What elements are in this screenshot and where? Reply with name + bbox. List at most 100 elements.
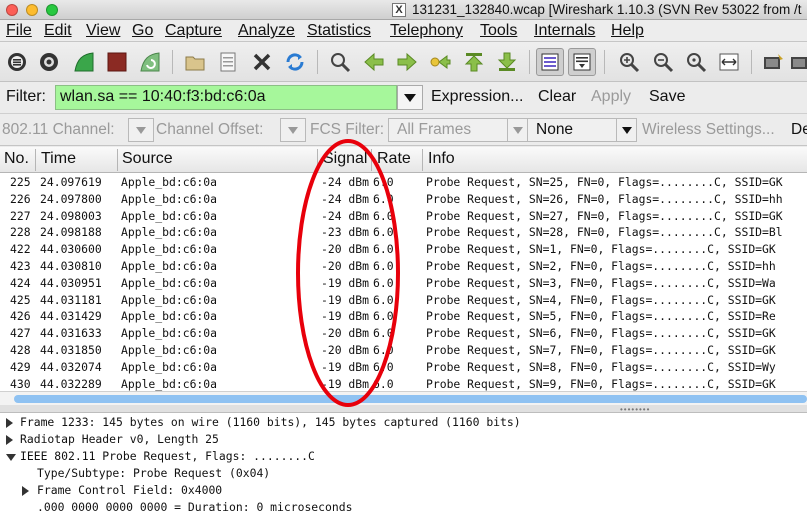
menu-telephony[interactable]: Telephony xyxy=(390,22,463,40)
menu-capture[interactable]: Capture xyxy=(165,22,222,40)
horizontal-scrollbar[interactable] xyxy=(0,391,807,405)
go-to-packet-icon[interactable] xyxy=(428,50,452,74)
packet-row[interactable]: 426 44.031429 Apple_bd:c6:0a -19 dBm 6.0 Prob… xyxy=(0,308,807,325)
packet-number-cell: 427 xyxy=(10,326,31,341)
options-icon[interactable] xyxy=(37,50,61,74)
packet-list[interactable]: 225 24.097619 Apple_bd:c6:0a -24 dBm 6.0 Prob… xyxy=(0,173,807,391)
decryption-keys-button[interactable]: De xyxy=(791,121,807,139)
column-divider[interactable] xyxy=(35,149,36,171)
detail-tree-item[interactable]: Frame Control Field: 0x4000 xyxy=(0,482,807,499)
packet-row[interactable]: 227 24.098003 Apple_bd:c6:0a -24 dBm 6.0 Prob… xyxy=(0,208,807,225)
column-divider[interactable] xyxy=(371,149,372,171)
menu-edit[interactable]: Edit xyxy=(44,22,72,40)
apply-button[interactable]: Apply xyxy=(591,88,631,106)
packet-row[interactable]: 428 44.031850 Apple_bd:c6:0a -20 dBm 6.0 Prob… xyxy=(0,342,807,359)
column-divider[interactable] xyxy=(317,149,318,171)
detail-tree-item[interactable]: Frame 1233: 145 bytes on wire (1160 bits… xyxy=(0,414,807,431)
last-packet-icon[interactable] xyxy=(495,50,519,74)
detail-tree-item[interactable]: Radiotap Header v0, Length 25 xyxy=(0,431,807,448)
colorize-icon[interactable] xyxy=(536,48,564,76)
packet-row[interactable]: 225 24.097619 Apple_bd:c6:0a -24 dBm 6.0 Prob… xyxy=(0,174,807,191)
packet-row[interactable]: 228 24.098188 Apple_bd:c6:0a -23 dBm 6.0 Prob… xyxy=(0,224,807,241)
packet-source-cell: Apple_bd:c6:0a xyxy=(121,376,218,391)
packet-row[interactable]: 427 44.031633 Apple_bd:c6:0a -20 dBm 6.0 Prob… xyxy=(0,325,807,342)
restart-capture-icon[interactable] xyxy=(138,50,162,74)
column-time[interactable]: Time xyxy=(41,150,76,168)
column-source[interactable]: Source xyxy=(122,150,173,168)
save-filter-button[interactable]: Save xyxy=(649,88,685,106)
close-window-button[interactable] xyxy=(6,4,18,16)
save-file-icon[interactable] xyxy=(216,50,240,74)
column-info[interactable]: Info xyxy=(428,150,455,168)
packet-row[interactable]: 429 44.032074 Apple_bd:c6:0a -19 dBm 6.0 Prob… xyxy=(0,359,807,376)
menu-go[interactable]: Go xyxy=(132,22,153,40)
clear-button[interactable]: Clear xyxy=(538,88,576,106)
window-title: 131231_132840.wcap [Wireshark 1.10.3 (SV… xyxy=(412,2,802,17)
collapsed-triangle-icon[interactable] xyxy=(22,486,29,496)
fcs-filter-select[interactable]: All Frames xyxy=(388,118,528,142)
packet-rate-cell: 6.0 xyxy=(373,175,394,189)
open-file-icon[interactable] xyxy=(183,50,207,74)
packet-number-cell: 428 xyxy=(10,343,31,357)
column-rate[interactable]: Rate xyxy=(377,150,411,168)
minimize-window-button[interactable] xyxy=(26,4,38,16)
pane-splitter[interactable]: •••••••• xyxy=(0,405,807,414)
packet-row[interactable]: 423 44.030810 Apple_bd:c6:0a -20 dBm 6.0 Prob… xyxy=(0,258,807,275)
filter-history-dropdown[interactable] xyxy=(397,85,423,110)
forward-icon[interactable] xyxy=(395,50,419,74)
first-packet-icon[interactable] xyxy=(462,50,486,74)
find-icon[interactable] xyxy=(328,50,352,74)
decryption-mode-select[interactable]: None xyxy=(527,118,637,142)
stop-capture-icon[interactable] xyxy=(105,50,129,74)
column-divider[interactable] xyxy=(117,149,118,171)
packet-time-cell: 24.097619 xyxy=(40,175,102,189)
packet-rate-cell: 6.0 xyxy=(373,326,394,341)
auto-scroll-icon[interactable] xyxy=(568,48,596,76)
menu-analyze[interactable]: Analyze xyxy=(238,22,295,40)
display-filter-input[interactable]: wlan.sa == 10:40:f3:bd:c6:0a xyxy=(55,85,397,110)
channel-select[interactable] xyxy=(128,118,154,142)
zoom-window-button[interactable] xyxy=(46,4,58,16)
zoom-out-icon[interactable] xyxy=(651,50,675,74)
packet-details-tree[interactable]: Frame 1233: 145 bytes on wire (1160 bits… xyxy=(0,413,807,516)
expression-button[interactable]: Expression... xyxy=(431,88,523,106)
scrollbar-thumb[interactable] xyxy=(14,395,807,403)
collapsed-triangle-icon[interactable] xyxy=(6,418,13,428)
wireless-settings-button[interactable]: Wireless Settings... xyxy=(642,121,775,139)
packet-row[interactable]: 422 44.030600 Apple_bd:c6:0a -20 dBm 6.0 Prob… xyxy=(0,241,807,258)
column-signal[interactable]: Signal xyxy=(323,150,367,168)
menu-tools[interactable]: Tools xyxy=(480,22,517,40)
expanded-triangle-icon[interactable] xyxy=(6,454,16,461)
packet-row[interactable]: 430 44.032289 Apple_bd:c6:0a -19 dBm 6.0 Prob… xyxy=(0,376,807,391)
channel-offset-select[interactable] xyxy=(280,118,306,142)
packet-number-cell: 226 xyxy=(10,191,31,206)
menu-help[interactable]: Help xyxy=(611,22,644,40)
reload-icon[interactable] xyxy=(283,50,307,74)
detail-tree-item[interactable]: IEEE 802.11 Probe Request, Flags: ......… xyxy=(0,448,807,465)
resize-columns-icon[interactable] xyxy=(717,50,741,74)
packet-time-cell: 44.032289 xyxy=(40,376,102,391)
column-divider[interactable] xyxy=(422,149,423,171)
menu-internals[interactable]: Internals xyxy=(534,22,595,40)
packet-row[interactable]: 424 44.030951 Apple_bd:c6:0a -19 dBm 6.0 Prob… xyxy=(0,275,807,292)
capture-filters-icon[interactable] xyxy=(761,50,785,74)
start-capture-icon[interactable] xyxy=(72,50,96,74)
menu-file[interactable]: File xyxy=(6,22,32,40)
normal-size-icon[interactable] xyxy=(684,50,708,74)
interfaces-icon[interactable] xyxy=(5,50,29,74)
collapsed-triangle-icon[interactable] xyxy=(6,435,13,445)
menu-view[interactable]: View xyxy=(86,22,120,40)
display-filters-icon[interactable] xyxy=(788,50,807,74)
title-bar: X 131231_132840.wcap [Wireshark 1.10.3 (… xyxy=(0,0,807,20)
detail-tree-item[interactable]: .000 0000 0000 0000 = Duration: 0 micros… xyxy=(0,499,807,516)
menu-statistics[interactable]: Statistics xyxy=(307,22,371,40)
packet-row[interactable]: 226 24.097800 Apple_bd:c6:0a -24 dBm 6.0 Prob… xyxy=(0,191,807,208)
back-icon[interactable] xyxy=(362,50,386,74)
close-file-icon[interactable] xyxy=(250,50,274,74)
detail-tree-item[interactable]: Type/Subtype: Probe Request (0x04) xyxy=(0,465,807,482)
zoom-in-icon[interactable] xyxy=(617,50,641,74)
packet-row[interactable]: 425 44.031181 Apple_bd:c6:0a -19 dBm 6.0 Prob… xyxy=(0,292,807,309)
packet-time-cell: 24.097800 xyxy=(40,191,102,206)
packet-time-cell: 44.030600 xyxy=(40,242,102,257)
column-no[interactable]: No. xyxy=(4,150,29,168)
